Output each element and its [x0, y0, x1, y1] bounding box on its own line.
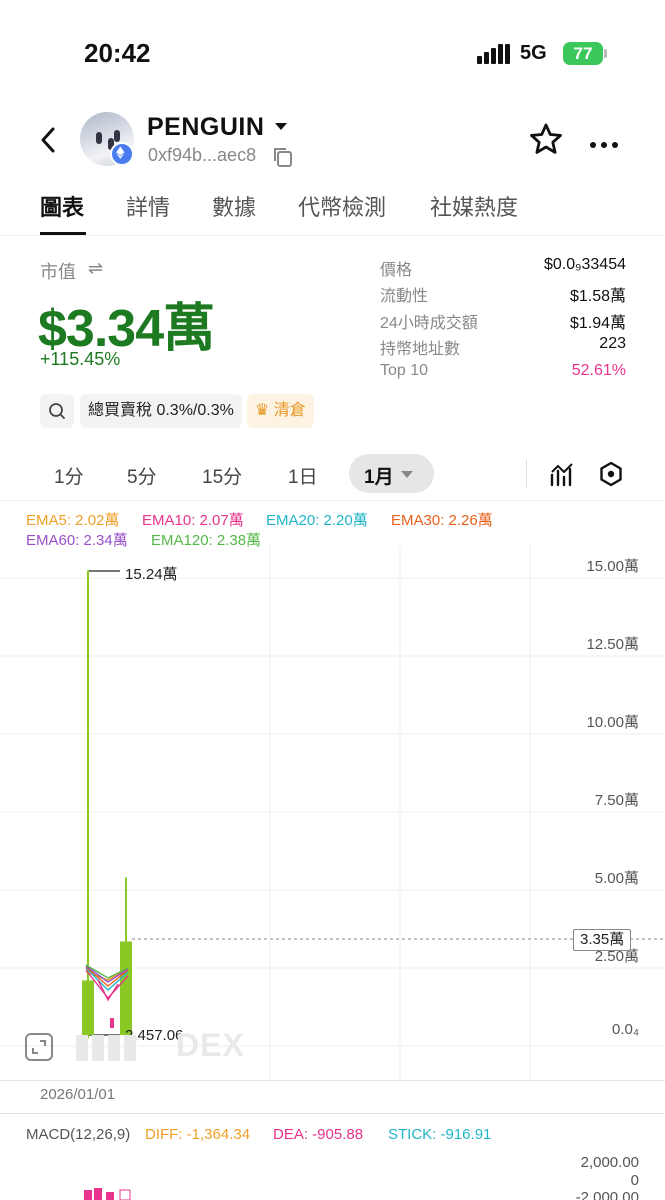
- watermark: DEX: [76, 1027, 245, 1064]
- status-time: 20:42: [84, 38, 151, 68]
- copy-icon[interactable]: [272, 146, 294, 168]
- network-label: 5G: [520, 42, 547, 64]
- y-axis-label: 10.00萬: [586, 714, 639, 731]
- x-axis-date: 2026/01/01: [40, 1086, 116, 1103]
- watermark-logo-icon: [76, 1034, 136, 1061]
- stat-row: 流動性 $1.58萬: [380, 282, 626, 305]
- y-axis-label: 12.50萬: [586, 636, 639, 653]
- watermark-text: DEX: [176, 1027, 245, 1063]
- back-arrow-icon[interactable]: [36, 125, 62, 155]
- macd-stick: STICK: -916.91: [388, 1126, 492, 1143]
- signal-icon: [477, 44, 510, 64]
- fullscreen-icon[interactable]: [24, 1032, 54, 1062]
- stat-label: 流動性: [380, 288, 429, 305]
- stat-label: Top 10: [380, 362, 429, 379]
- y-axis-label: 0.0₄: [612, 1021, 639, 1038]
- tab-social[interactable]: 社媒熱度: [430, 190, 518, 222]
- token-header: PENGUIN 0xf94b...aec8: [0, 105, 665, 175]
- clear-position-label: 清倉: [273, 402, 306, 419]
- y-axis-label: 5.00萬: [594, 870, 639, 887]
- ema10-label: EMA10: 2.07萬: [142, 512, 244, 529]
- stat-value: 52.61%: [571, 362, 626, 379]
- chart-grid: [0, 545, 665, 1080]
- tab-data[interactable]: 數據: [212, 190, 256, 222]
- tab-details[interactable]: 詳情: [126, 190, 170, 222]
- stat-row: Top 10 52.61%: [380, 362, 626, 384]
- interval-15m[interactable]: 15分: [202, 462, 242, 489]
- status-bar: 20:42 5G 77: [0, 0, 665, 100]
- search-icon: [49, 403, 65, 419]
- macd-y-label: -2,000.00: [575, 1189, 639, 1200]
- macd-dea: DEA: -905.88: [273, 1126, 364, 1143]
- token-address: 0xf94b...aec8: [148, 145, 257, 165]
- interval-dropdown-icon: [401, 471, 413, 478]
- high-price-label: 15.24萬: [125, 566, 178, 583]
- interval-1m[interactable]: 1分: [54, 462, 84, 489]
- tab-chart[interactable]: 圖表: [40, 190, 84, 222]
- candle-body: [120, 941, 132, 1035]
- market-cap-label: 市值: [40, 262, 76, 282]
- settings-icon[interactable]: [598, 461, 624, 487]
- stat-label: 價格: [380, 262, 413, 279]
- battery-tip: [604, 49, 607, 58]
- tax-chip[interactable]: 總買賣稅 0.3%/0.3%: [80, 394, 242, 428]
- stat-value: $1.58萬: [569, 288, 626, 305]
- toolbar-divider: [526, 460, 527, 488]
- crown-icon: ♛: [255, 402, 270, 419]
- macd-bars: [84, 1188, 131, 1200]
- candlestick-chart[interactable]: [0, 545, 665, 1085]
- macd-y-label: 2,000.00: [580, 1154, 639, 1171]
- ema30-label: EMA30: 2.26萬: [391, 512, 493, 529]
- interval-selected-label: 1月: [364, 467, 394, 488]
- macd-diff: DIFF: -1,364.34: [145, 1126, 251, 1143]
- stat-row: 價格 $0.0₉33454: [380, 256, 626, 279]
- macd-title: MACD(12,26,9): [26, 1126, 131, 1143]
- star-icon[interactable]: [528, 122, 564, 156]
- market-cap-change: +115.45%: [40, 349, 121, 369]
- macd-y-label: 0: [630, 1172, 639, 1189]
- ema20-label: EMA20: 2.20萬: [266, 512, 368, 529]
- battery-icon: 77: [563, 42, 603, 65]
- chart-top-divider: [0, 500, 665, 501]
- stat-label: 24小時成交額: [380, 315, 478, 332]
- y-axis-label: 15.00萬: [586, 558, 639, 575]
- interval-1d[interactable]: 1日: [288, 462, 318, 489]
- macd-divider: [0, 1113, 665, 1114]
- ethereum-icon: [110, 142, 134, 166]
- stat-value: $0.0₉33454: [544, 256, 626, 273]
- indicator-icon[interactable]: [549, 461, 575, 487]
- y-axis-label: 7.50萬: [594, 792, 639, 809]
- tab-divider: [0, 235, 665, 236]
- tab-token-check[interactable]: 代幣檢測: [298, 190, 386, 222]
- stat-label: 持幣地址數: [380, 341, 461, 358]
- clear-position-chip[interactable]: ♛ 清倉: [247, 394, 314, 428]
- ema5-label: EMA5: 2.02萬: [26, 512, 120, 529]
- more-options-icon[interactable]: [590, 135, 623, 153]
- token-name[interactable]: PENGUIN: [147, 113, 264, 142]
- token-dropdown-icon[interactable]: [275, 123, 287, 130]
- interval-5m[interactable]: 5分: [127, 462, 157, 489]
- search-button[interactable]: [40, 394, 74, 428]
- swap-icon[interactable]: ⇌: [88, 258, 103, 279]
- chart-bottom-divider: [0, 1080, 665, 1081]
- stat-value: 223: [599, 335, 626, 352]
- stat-row: 持幣地址數 223: [380, 335, 626, 358]
- current-price-tag: 3.35萬: [573, 929, 632, 951]
- stat-value: $1.94萬: [569, 315, 626, 332]
- stat-row: 24小時成交額 $1.94萬: [380, 309, 626, 332]
